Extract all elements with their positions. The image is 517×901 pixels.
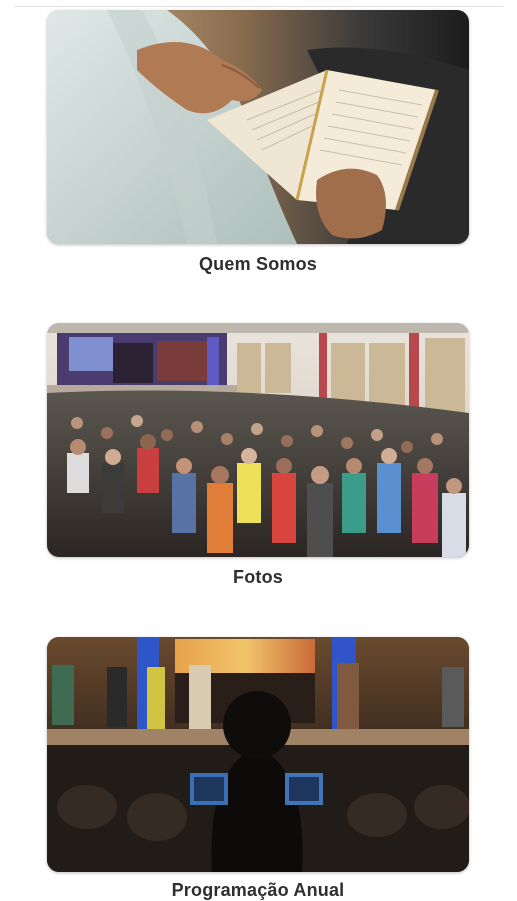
top-divider bbox=[14, 6, 503, 7]
worship-stage-photo[interactable] bbox=[47, 637, 469, 872]
card-programacao-anual[interactable]: Programação Anual bbox=[47, 637, 469, 900]
card-quem-somos[interactable]: Quem Somos bbox=[47, 10, 469, 274]
card-label: Programação Anual bbox=[171, 880, 345, 900]
church-congregation-photo[interactable] bbox=[47, 323, 469, 557]
card-fotos[interactable]: Fotos bbox=[47, 323, 469, 587]
card-label: Fotos bbox=[233, 567, 283, 587]
card-label: Quem Somos bbox=[198, 254, 318, 274]
bible-reading-photo[interactable] bbox=[47, 10, 469, 244]
